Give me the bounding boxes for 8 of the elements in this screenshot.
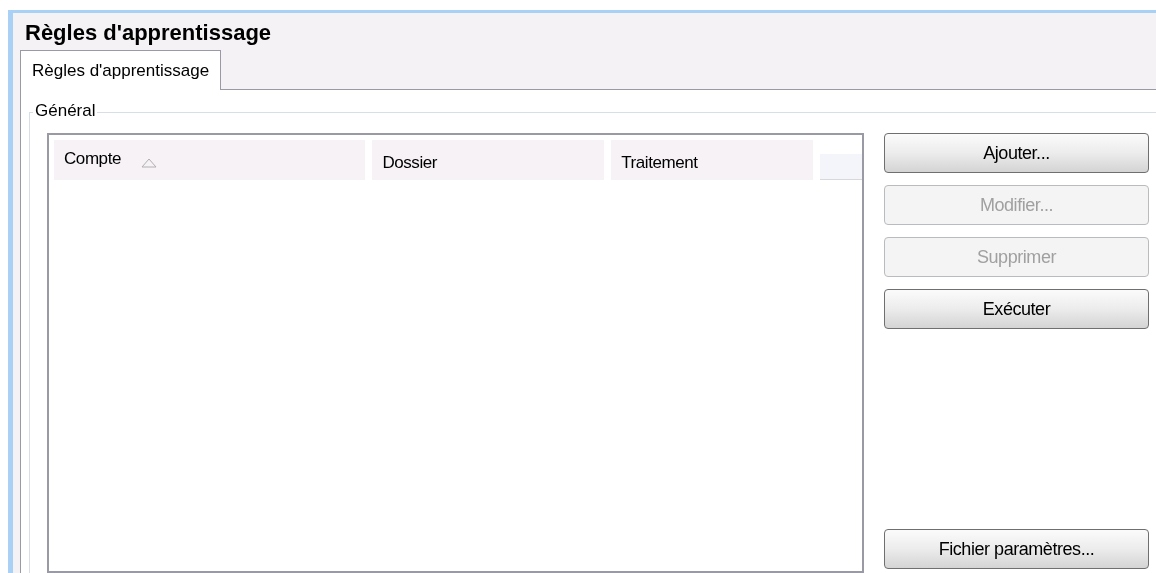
column-header[interactable]: Dossier	[372, 140, 605, 180]
action-button[interactable]: Exécuter	[884, 289, 1149, 329]
column-header[interactable]: Traitement	[611, 140, 814, 180]
window-title: Règles d'apprentissage	[24, 19, 273, 47]
action-button[interactable]: Ajouter...	[884, 133, 1149, 173]
column-header[interactable]: Compte	[54, 140, 366, 180]
tab[interactable]: Règles d'apprentissage	[20, 50, 222, 90]
action-button[interactable]: Fichier paramètres...	[884, 529, 1149, 569]
